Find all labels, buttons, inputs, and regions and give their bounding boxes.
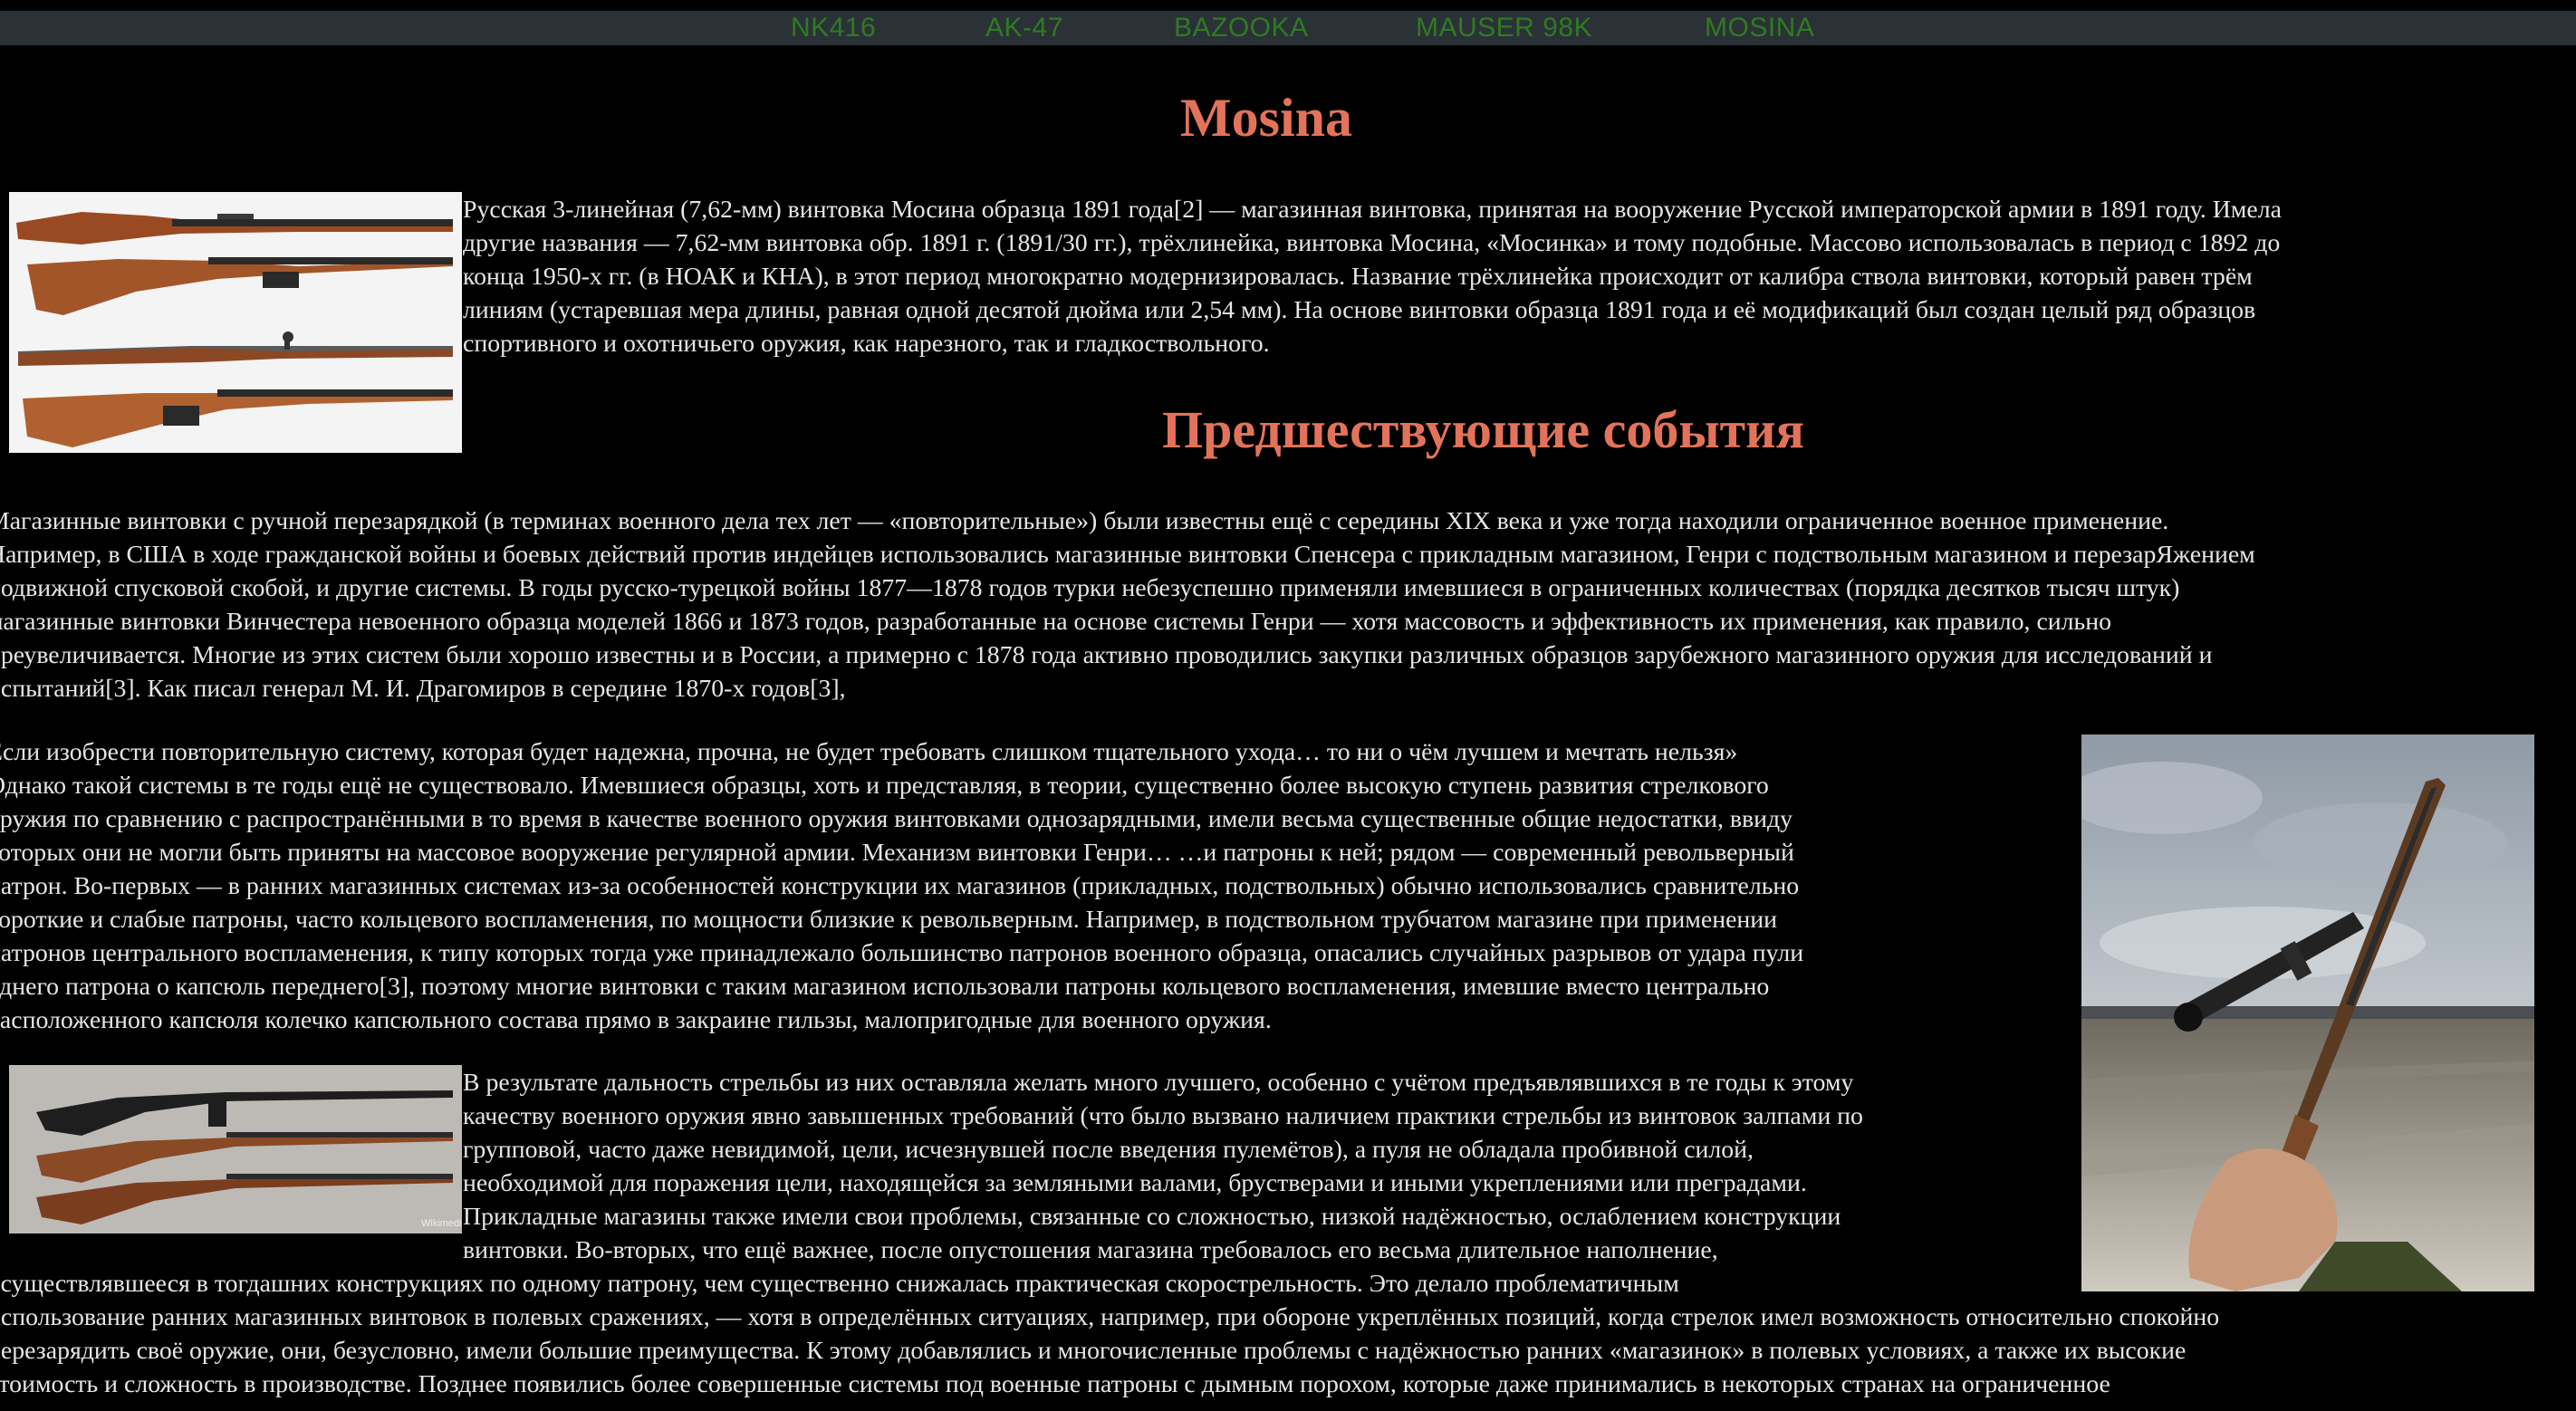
top-nav: NK416 AK-47 BAZOOKA MAUSER 98K MOSINA <box>0 11 2576 45</box>
paragraph-line: групповой, часто даже невидимой, цели, и… <box>463 1136 1754 1164</box>
paragraph-line: испытаний[3]. Как писал генерал М. И. Др… <box>0 675 846 703</box>
paragraph-line: Прикладные магазины также имели свои про… <box>463 1203 1841 1231</box>
nav-link-bazooka[interactable]: BAZOOKA <box>1174 13 1309 43</box>
nav-link-ak47[interactable]: AK-47 <box>985 13 1063 43</box>
paragraph-line: В результате дальность стрельбы из них о… <box>463 1069 1854 1097</box>
paragraph-line: которых они не могли быть приняты на мас… <box>0 839 1794 867</box>
history-paragraph-3-wrapped: В результате дальность стрельбы из них о… <box>463 1066 2075 1267</box>
scoped-rifle-image <box>2081 734 2534 1291</box>
paragraph-line: преувеличивается. Многие из этих систем … <box>0 641 2213 669</box>
paragraph-line: качеству военного оружия явно завышенных… <box>463 1102 1863 1130</box>
paragraph-line: Однако такой системы в те годы ещё не су… <box>0 772 1769 800</box>
page: NK416 AK-47 BAZOOKA MAUSER 98K MOSINA Mo… <box>0 0 2576 1411</box>
history-paragraph-2: Если изобрести повторительную систему, к… <box>0 735 2071 1037</box>
paragraph-line: Магазинные винтовки с ручной перезарядко… <box>0 507 2169 535</box>
paragraph-line: подвижной спусковой скобой, и другие сис… <box>0 574 2180 602</box>
nav-link-mauser-98k[interactable]: MAUSER 98K <box>1416 13 1592 43</box>
paragraph-line: Например, в США в ходе гражданской войны… <box>0 541 2255 569</box>
paragraph-line: патронов центрального воспламенения, к т… <box>0 939 1804 967</box>
paragraph-line: необходимой для поражения цели, находяще… <box>463 1169 1807 1197</box>
paragraph-line: использование ранних магазинных винтовок… <box>0 1303 2220 1331</box>
paragraph-line: расположенного капсюля колечко капсюльно… <box>0 1006 1272 1034</box>
section-heading: Предшествующие события <box>1162 400 1804 459</box>
rifle-photo-graphic: Wikimedia <box>9 1065 462 1233</box>
paragraph-line: винтовки. Во-вторых, что ещё важнее, пос… <box>463 1236 1718 1264</box>
rifle-photo-graphic <box>16 212 453 447</box>
nav-link-nk416[interactable]: NK416 <box>791 13 876 43</box>
intro-line: спортивного и охотничьего оружия, как на… <box>463 330 1270 358</box>
mosin-rifles-image <box>9 192 462 453</box>
paragraph-line: стоимость и сложность в производстве. По… <box>0 1370 2110 1398</box>
image-watermark: Wikimedia <box>421 1218 462 1229</box>
three-rifles-image: Wikimedia <box>9 1065 462 1233</box>
rifle-photo-graphic <box>2081 734 2534 1291</box>
paragraph-line: магазинные винтовки Винчестера невоенног… <box>0 608 2111 636</box>
intro-line: другие названия — 7,62-мм винтовка обр. … <box>463 229 2281 257</box>
paragraph-line: Если изобрести повторительную систему, к… <box>0 738 1738 766</box>
intro-line: линиям (устаревшая мера длины, равная од… <box>463 296 2256 324</box>
history-paragraph-1: Магазинные винтовки с ручной перезарядко… <box>0 504 2576 706</box>
paragraph-line: короткие и слабые патроны, часто кольцев… <box>0 906 1778 934</box>
paragraph-line: перезарядить своё оружие, они, безусловн… <box>0 1337 2187 1365</box>
paragraph-line: оружия по сравнению с распространёнными … <box>0 805 1793 833</box>
nav-link-mosina[interactable]: MOSINA <box>1705 13 1814 43</box>
intro-line: Русская 3-линейная (7,62-мм) винтовка Мо… <box>463 196 2282 224</box>
intro-paragraph: Русская 3-линейная (7,62-мм) винтовка Мо… <box>463 193 2573 360</box>
paragraph-line: патрон. Во-первых — в ранних магазинных … <box>0 872 1800 900</box>
intro-line: конца 1950-х гг. (в НОАК и КНА), в этот … <box>463 263 2253 291</box>
history-paragraph-3-continued: осуществлявшееся в тогдашних конструкция… <box>0 1267 2576 1401</box>
paragraph-line: однего патрона о капсюль переднего[3], п… <box>0 973 1770 1001</box>
paragraph-line: осуществлявшееся в тогдашних конструкция… <box>0 1270 1679 1298</box>
page-title: Mosina <box>1180 88 1353 148</box>
